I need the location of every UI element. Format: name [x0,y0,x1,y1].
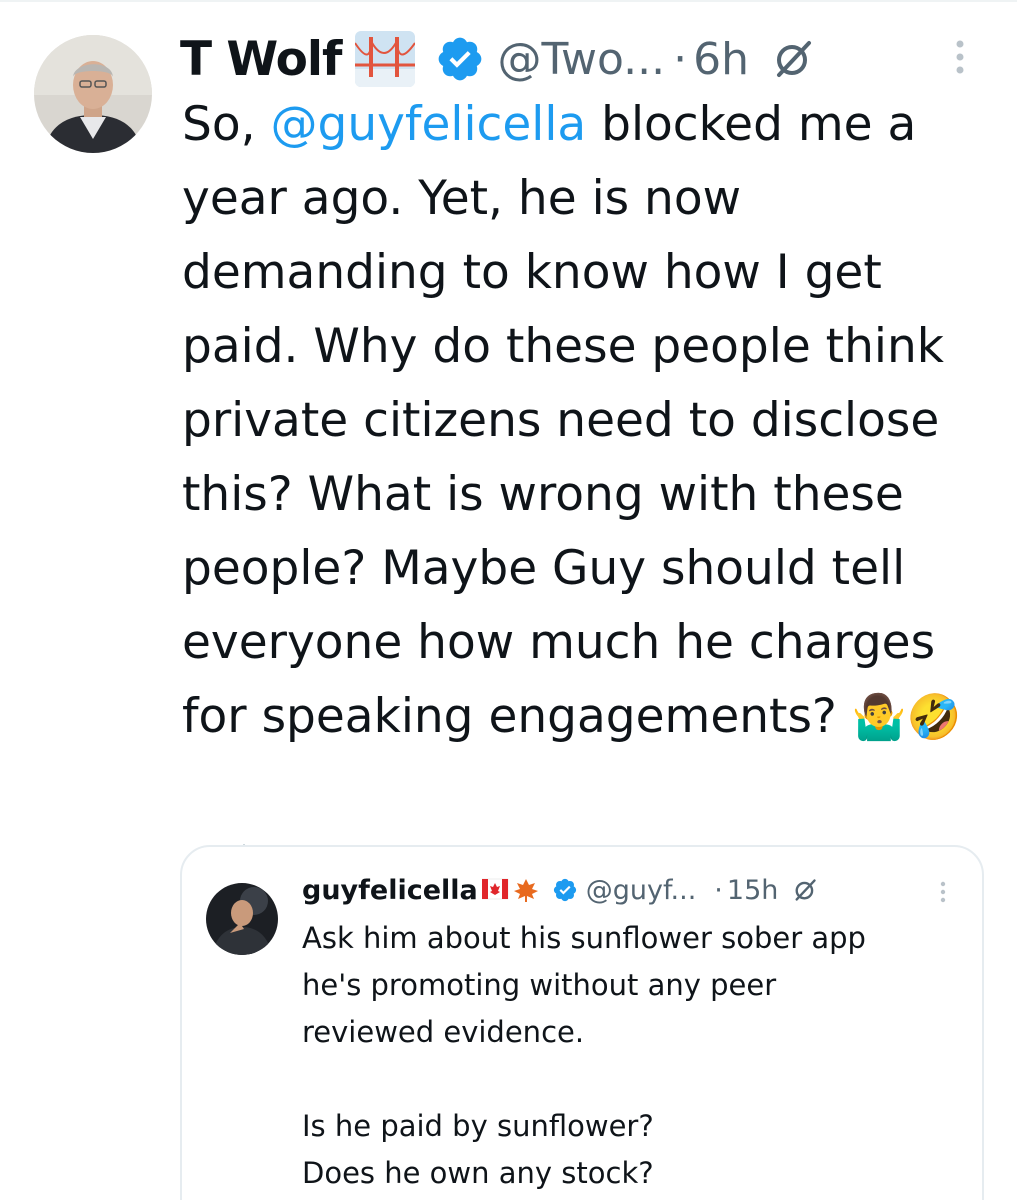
separator-dot: · [673,33,688,85]
quoted-verified-badge-icon [552,877,578,903]
canada-flag-maple-leaf-icon [481,877,542,903]
quoted-timestamp[interactable]: 15h [727,875,778,906]
tweet-text-start: So, [182,97,271,152]
top-divider [0,0,1017,2]
quoted-tweet-text: Ask him about his sunflower sober app he… [302,921,866,1190]
mention-link[interactable]: @guyfelicella [270,97,586,152]
more-options-icon[interactable] [938,35,982,81]
grok-icon[interactable] [771,37,815,81]
quoted-tweet-card[interactable]: guyfelicella @guyf... · 15h Ask him abou… [180,845,984,1200]
quoted-handle[interactable]: @guyf... [586,875,697,906]
quoted-more-options-icon[interactable] [932,879,954,905]
quoted-display-name[interactable]: guyfelicella [302,875,478,906]
author-display-name[interactable]: T Wolf [180,32,342,87]
tweet-text: So, @guyfelicella blocked me a year ago.… [182,88,992,755]
tweet-timestamp[interactable]: 6h [693,34,749,85]
tweet-header: T Wolf @Two... · 6h [180,28,815,90]
verified-badge-icon [435,34,485,84]
tweet-text-body: blocked me a year ago. Yet, he is now de… [182,97,944,744]
shrug-laugh-emoji: 🤷‍♂️🤣 [851,692,962,743]
quoted-author-avatar[interactable] [206,883,278,955]
author-avatar[interactable] [34,35,152,153]
tweet-page: T Wolf @Two... · 6h So, @guyfelicella bl… [0,0,1017,1200]
author-handle[interactable]: @Two... [497,34,665,85]
author-avatar-image [34,35,152,153]
quoted-grok-icon[interactable] [792,877,818,903]
quoted-separator-dot: · [714,874,723,906]
quoted-tweet-header: guyfelicella @guyf... · 15h [302,867,818,913]
golden-gate-bridge-icon [355,31,416,87]
